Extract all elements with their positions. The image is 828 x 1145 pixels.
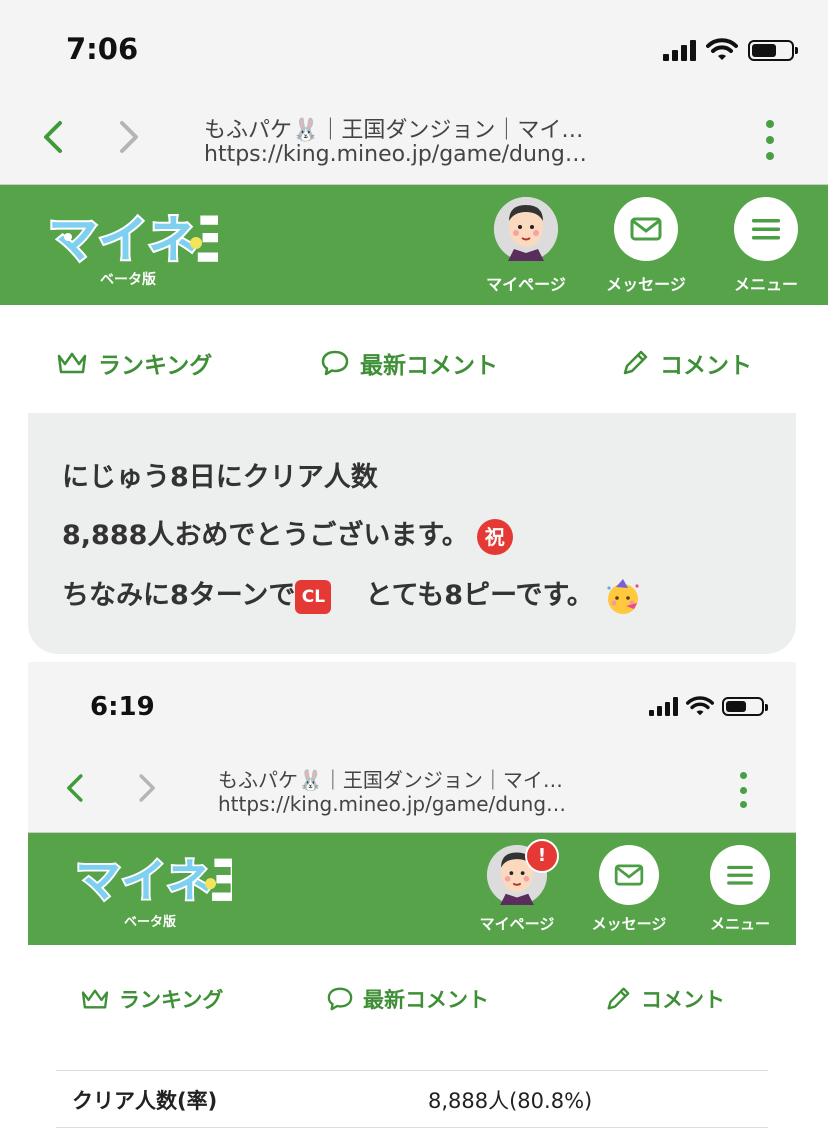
embedded-signal-icon xyxy=(649,697,678,716)
battery-icon xyxy=(748,39,798,61)
embedded-page-title: もふパケ🐰｜王国ダンジョン｜マイ… xyxy=(218,768,563,792)
browser-toolbar: もふパケ🐰｜王国ダンジョン｜マイ… https://king.mineo.jp/… xyxy=(0,96,828,185)
embedded-browser-toolbar: もふパケ🐰｜王国ダンジョン｜マイ… https://king.mineo.jp/… xyxy=(28,750,796,833)
pencil-icon xyxy=(623,350,648,375)
embedded-back-arrow-icon xyxy=(67,774,83,802)
embedded-wifi-icon xyxy=(686,696,714,716)
embedded-tab-ranking: ランキング xyxy=(80,982,223,1016)
menu-button[interactable]: メニュー xyxy=(706,197,826,295)
party-face-emoji-icon xyxy=(607,578,639,614)
embedded-tab-comment: コメント xyxy=(604,982,725,1016)
stat-label: クリア人数(率) xyxy=(72,1089,218,1113)
envelope-icon xyxy=(630,217,662,241)
embedded-site-header: マイネ王 マイネ ベータ版 ! マイページ xyxy=(28,833,796,945)
embedded-pencil-icon xyxy=(607,987,630,1010)
embedded-url: https://king.mineo.jp/game/dung… xyxy=(218,792,567,816)
embedded-menu-label: メニュー xyxy=(709,915,770,933)
embedded-crown-icon xyxy=(81,989,109,1009)
cl-emoji-icon: CL xyxy=(295,579,332,614)
notification-badge: ! xyxy=(525,839,559,873)
back-arrow-icon[interactable] xyxy=(38,120,66,154)
mypage-label: マイページ xyxy=(486,275,566,294)
embedded-mypage-label: マイページ xyxy=(479,915,555,933)
signal-icon xyxy=(663,39,696,61)
logo-subtitle: ベータ版 xyxy=(100,272,156,288)
embedded-envelope-icon xyxy=(614,864,644,886)
page-tab-title: もふパケ🐰｜王国ダンジョン｜マイ… xyxy=(204,118,584,143)
speech-bubble-icon xyxy=(321,350,349,376)
embedded-message-label: メッセージ xyxy=(591,915,667,933)
status-time: 7:06 xyxy=(66,32,139,66)
tab-latest-label: 最新コメント xyxy=(360,353,498,379)
embedded-menu-button: メニュー xyxy=(684,845,796,934)
mineo-logo[interactable]: マイネ王 マイネ xyxy=(46,203,218,273)
tab-comment[interactable]: コメント xyxy=(620,345,752,381)
embedded-speech-bubble-icon xyxy=(327,987,353,1011)
site-header: マイネ王 マイネ ベータ版 マイページ メッセージ xyxy=(0,185,828,305)
avatar xyxy=(494,197,558,261)
stat-row: クリア人数(率) 8,888人(80.8%) xyxy=(56,1070,768,1128)
stat-value: 8,888人(80.8%) xyxy=(428,1089,593,1113)
message-button[interactable]: メッセージ xyxy=(586,197,706,295)
embedded-tab-latest: 最新コメント xyxy=(326,982,489,1016)
embedded-more-menu-icon xyxy=(731,772,755,808)
hamburger-icon xyxy=(752,219,780,240)
tab-ranking-label: ランキング xyxy=(98,353,213,379)
embedded-message-button: メッセージ xyxy=(574,845,684,934)
embedded-logo-subtitle: ベータ版 xyxy=(124,915,177,930)
embedded-status-icons xyxy=(649,696,768,717)
wifi-icon xyxy=(706,38,738,60)
mypage-button[interactable]: マイページ xyxy=(466,197,586,295)
tab-comment-label: コメント xyxy=(660,353,752,379)
embedded-battery-icon xyxy=(722,697,768,716)
status-bar: 7:06 xyxy=(0,0,828,96)
crown-icon xyxy=(57,352,87,374)
tab-bar: ランキング 最新コメント コメント xyxy=(0,305,828,415)
embedded-screenshot: 6:19 もふパケ🐰｜王国ダンジョン｜マイ… https://king.mine… xyxy=(28,662,796,1145)
forward-arrow-icon[interactable] xyxy=(116,120,144,154)
comment-body: にじゅう8日にクリア人数 8,888人おめでとうございます。祝 ちなみに8ターン… xyxy=(28,413,796,654)
svg-text:マイネ: マイネ xyxy=(75,854,212,907)
embedded-hamburger-icon xyxy=(727,865,753,885)
embedded-status-bar: 6:19 xyxy=(28,662,796,750)
embedded-mypage-button: ! マイページ xyxy=(460,839,574,934)
more-menu-icon[interactable] xyxy=(758,120,782,160)
avatar-face-icon xyxy=(494,197,558,261)
embedded-forward-arrow-icon xyxy=(139,774,155,802)
embedded-mineo-logo: マイネ王 マイネ xyxy=(73,853,232,910)
tab-latest-comments[interactable]: 最新コメント xyxy=(320,345,498,381)
message-label: メッセージ xyxy=(606,275,686,294)
celebration-emoji-icon: 祝 xyxy=(476,518,513,555)
comment-line-2: 8,888人おめでとうございます。祝 xyxy=(62,513,513,555)
comment-line-3: ちなみに8ターンで CL とても8ピーです。 xyxy=(62,573,642,616)
embedded-status-time: 6:19 xyxy=(90,692,155,722)
tab-ranking[interactable]: ランキング xyxy=(56,345,212,381)
status-icons xyxy=(663,36,798,64)
menu-label: メニュー xyxy=(733,275,798,294)
comment-line-1: にじゅう8日にクリア人数 xyxy=(62,462,378,493)
url-field[interactable]: https://king.mineo.jp/game/dung… xyxy=(204,142,587,167)
